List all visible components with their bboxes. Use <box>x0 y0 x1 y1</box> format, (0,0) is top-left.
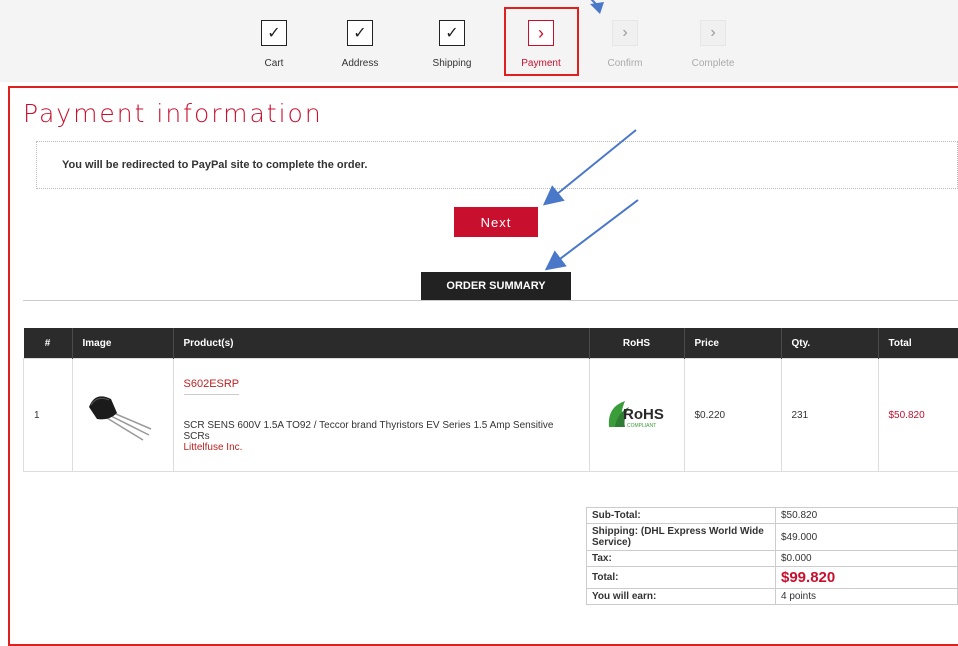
qty-cell: 231 <box>781 359 878 472</box>
step-label: Confirm <box>595 58 655 69</box>
totals-label: Tax: <box>587 551 776 567</box>
notice-text: You will be redirected to PayPal site to… <box>62 159 367 171</box>
price-cell: $0.220 <box>684 359 781 472</box>
totals-label: Shipping: (DHL Express World Wide Servic… <box>587 524 776 551</box>
col-qty: Qty. <box>781 328 878 359</box>
rohs-compliant-icon: RoHS COMPLIANT <box>600 397 674 433</box>
col-price: Price <box>684 328 781 359</box>
step-confirm: › Confirm <box>595 20 655 69</box>
order-table: # Image Product(s) RoHS Price Qty. Total… <box>23 328 958 472</box>
step-label: Cart <box>244 58 304 69</box>
col-products: Product(s) <box>173 328 589 359</box>
table-header-row: # Image Product(s) RoHS Price Qty. Total <box>24 328 958 359</box>
totals-row: Shipping: (DHL Express World Wide Servic… <box>587 524 958 551</box>
product-image <box>72 359 173 472</box>
product-description: SCR SENS 600V 1.5A TO92 / Teccor brand T… <box>184 420 579 442</box>
divider <box>23 300 958 301</box>
totals-row: Sub-Total: $50.820 <box>587 508 958 524</box>
payment-step-highlight <box>504 7 579 76</box>
transistor-image <box>83 385 155 443</box>
check-icon: ✓ <box>439 20 465 46</box>
next-button[interactable]: Next <box>454 207 538 237</box>
grand-total-value: $99.820 <box>776 567 958 589</box>
step-complete: › Complete <box>683 20 743 69</box>
step-address[interactable]: ✓ Address <box>330 20 390 69</box>
product-cell: S602ESRP SCR SENS 600V 1.5A TO92 / Tecco… <box>173 359 589 472</box>
paypal-notice: You will be redirected to PayPal site to… <box>36 141 958 189</box>
step-label: Shipping <box>422 58 482 69</box>
line-total-cell: $50.820 <box>878 359 958 472</box>
step-shipping[interactable]: ✓ Shipping <box>422 20 482 69</box>
rohs-sub-text: COMPLIANT <box>627 423 656 429</box>
col-image: Image <box>72 328 173 359</box>
chevron-right-icon: › <box>700 20 726 46</box>
order-summary-tab[interactable]: ORDER SUMMARY <box>421 272 571 300</box>
table-row: 1 S602ESRP SCR SENS 600V 1.5A TO92 / Tec… <box>24 359 958 472</box>
totals-value: $50.820 <box>776 508 958 524</box>
totals-label: Total: <box>587 567 776 589</box>
col-number: # <box>24 328 73 359</box>
totals-label: You will earn: <box>587 589 776 605</box>
check-icon: ✓ <box>347 20 373 46</box>
totals-value: 4 points <box>776 589 958 605</box>
col-rohs: RoHS <box>589 328 684 359</box>
check-icon: ✓ <box>261 20 287 46</box>
chevron-right-icon: › <box>612 20 638 46</box>
totals-row: You will earn: 4 points <box>587 589 958 605</box>
totals-row: Total: $99.820 <box>587 567 958 589</box>
totals-value: $0.000 <box>776 551 958 567</box>
rohs-cell: RoHS COMPLIANT <box>589 359 684 472</box>
page-title: Payment information <box>23 99 323 128</box>
totals-table: Sub-Total: $50.820 Shipping: (DHL Expres… <box>586 507 958 605</box>
totals-label: Sub-Total: <box>587 508 776 524</box>
step-label: Complete <box>683 58 743 69</box>
step-label: Address <box>330 58 390 69</box>
manufacturer-link[interactable]: Littelfuse Inc. <box>184 442 579 453</box>
totals-row: Tax: $0.000 <box>587 551 958 567</box>
step-cart[interactable]: ✓ Cart <box>244 20 304 69</box>
totals-value: $49.000 <box>776 524 958 551</box>
row-number: 1 <box>24 359 73 472</box>
part-number-link[interactable]: S602ESRP <box>184 378 240 395</box>
col-total: Total <box>878 328 958 359</box>
rohs-text: RoHS <box>623 406 664 423</box>
